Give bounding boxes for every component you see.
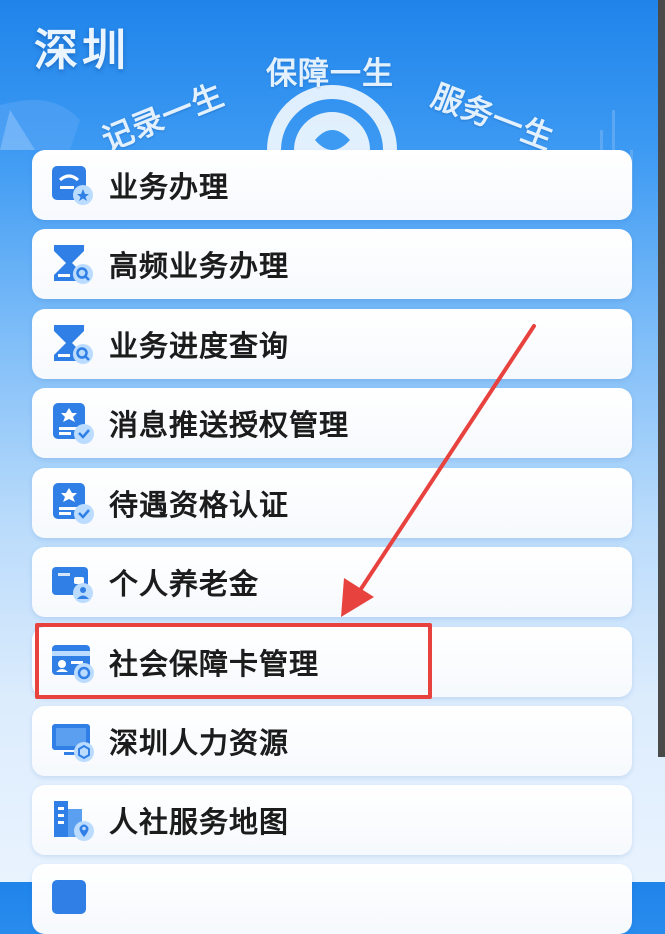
menu-item-label: 社会保障卡管理 <box>109 647 320 681</box>
city-title: 深圳 <box>34 25 130 76</box>
menu-item-message-authorization[interactable]: 消息推送授权管理 <box>32 388 632 458</box>
hourglass-search-icon <box>54 245 93 284</box>
menu-item-service-map[interactable]: 人社服务地图 <box>32 785 632 855</box>
menu-item-label: 业务办理 <box>109 170 230 204</box>
building-location-icon <box>54 801 94 841</box>
menu-item-icon <box>52 880 86 914</box>
hourglass-search-icon <box>54 325 93 364</box>
menu-item-progress-query[interactable]: 业务进度查询 <box>32 309 632 379</box>
menu-item-label: 个人养老金 <box>109 567 260 601</box>
menu-item-benefit-certification[interactable]: 待遇资格认证 <box>32 468 632 538</box>
scrollbar[interactable] <box>658 0 665 757</box>
badge-check-icon <box>53 483 94 524</box>
social-security-card-icon <box>52 645 94 683</box>
menu-item-label: 消息推送授权管理 <box>109 408 350 442</box>
wallet-person-icon <box>52 567 93 603</box>
menu-item-partial[interactable] <box>32 864 632 934</box>
menu-item-social-security-card[interactable]: 社会保障卡管理 <box>32 627 632 697</box>
menu-item-personal-pension[interactable]: 个人养老金 <box>32 547 632 617</box>
menu-item-frequent-business[interactable]: 高频业务办理 <box>32 229 632 299</box>
menu-item-label: 深圳人力资源 <box>109 726 290 760</box>
menu-item-shenzhen-hr[interactable]: 深圳人力资源 <box>32 706 632 776</box>
menu-item-label: 待遇资格认证 <box>109 488 290 522</box>
id-card-star-icon <box>52 166 93 205</box>
badge-check-icon <box>53 403 94 444</box>
menu-item-business-handling[interactable]: 业务办理 <box>32 150 632 220</box>
menu-item-label: 高频业务办理 <box>109 249 290 283</box>
menu-item-label: 业务进度查询 <box>109 329 290 363</box>
monitor-cube-icon <box>52 724 94 762</box>
menu-item-label: 人社服务地图 <box>109 805 290 839</box>
slogan-middle: 保障一生 <box>266 56 394 92</box>
